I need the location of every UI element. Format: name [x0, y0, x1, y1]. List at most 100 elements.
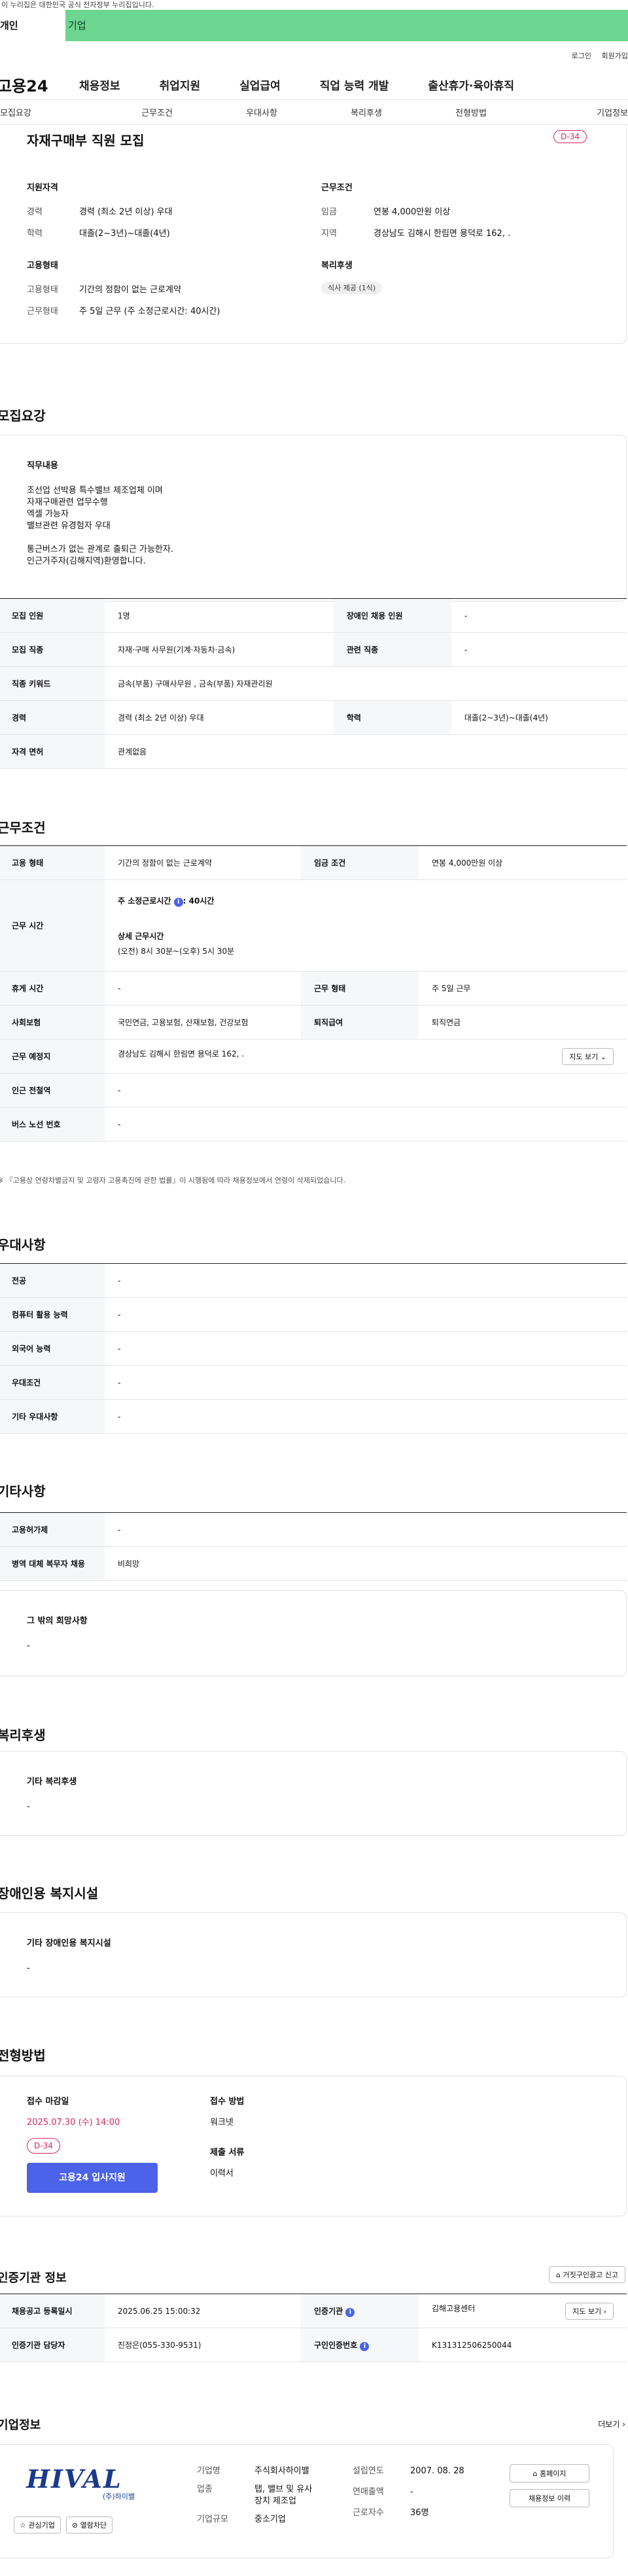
etc-box-value: - [27, 1641, 30, 1651]
gnb-leave[interactable]: 출산휴가·육아휴직 [428, 76, 514, 93]
anchor-process[interactable]: 전형방법 [419, 106, 523, 118]
anchor-recruit[interactable]: 모집요강 [0, 106, 105, 118]
table-header-cell: 고용허가제 [0, 1512, 105, 1547]
company-sales-value: - [410, 2487, 413, 2497]
report-button[interactable]: ⌂ 거짓구인광고 신고 [549, 2266, 625, 2283]
company-biz-key: 업종 [197, 2484, 213, 2494]
report-button-label: 거짓구인광고 신고 [563, 2271, 618, 2279]
duty-heading: 직무내용 [27, 461, 58, 471]
chevron-right-icon: › [622, 2420, 625, 2429]
apply-button[interactable]: 고용24 입사지원 [27, 2163, 158, 2193]
table-cell: 기간의 정함이 없는 근로계약 [105, 845, 301, 880]
company-more-link[interactable]: 더보기 › [598, 2418, 625, 2430]
table-row: 직종 키워드 금속(부품) 구매사무원 , 금속(부품) 자재관리원 [0, 666, 627, 701]
table-row: 모집 직종 자재·구매 사무원(기계·자동차·금속) 관련 직종 - [0, 632, 627, 667]
docs-value: 이력서 [210, 2169, 234, 2178]
gnb-benefits[interactable]: 실업급여 [239, 76, 281, 93]
home-icon: ⌂ [532, 2469, 538, 2478]
condition-block: 근무조건 임금 연봉 4,000만원 이상 지역 경상남도 김해시 한림면 용덕로 … [321, 180, 596, 294]
anchor-company[interactable]: 기업정보 [523, 106, 628, 118]
tab-company[interactable]: 기업 [65, 10, 628, 41]
gnb-support[interactable]: 취업지원 [160, 76, 201, 93]
deadline-value: 2025.07.30 (수) 14:00 [27, 2118, 120, 2127]
map-button[interactable]: 지도 보기 ⌄ [562, 1047, 614, 1065]
table-header-cell: 경력 [0, 700, 105, 735]
form-key: 근무형태 [27, 307, 58, 316]
table-row: 모집 인원 1명 장애인 채용 인원 - [0, 598, 627, 633]
util-links: 로그인 회원가입 [0, 41, 628, 70]
company-logo: HIVAL (주)하이밸 [14, 2464, 135, 2501]
favorite-button[interactable]: ☆ 관심기업 [14, 2517, 61, 2534]
preference-table: 전공 - 컴퓨터 활용 능력 - 외국어 능력 - 우대조건 - 기타 우대사항 - [0, 1263, 627, 1434]
block-icon: ⊘ [71, 2521, 78, 2530]
edu-value: 대졸(2~3년)~대졸(4년) [79, 229, 170, 239]
emp-heading: 고용형태 [27, 261, 58, 271]
gov-notice: 이 누리집은 대한민국 공식 전자정부 누리집입니다. [1, 1, 154, 9]
block-button[interactable]: ⊘ 열람차단 [65, 2517, 113, 2534]
global-nav: 고용24 채용정보 취업지원 실업급여 직업 능력 개발 출산휴가·육아휴직 [0, 70, 628, 100]
table-row: 인근 전철역 - [0, 1073, 627, 1108]
company-size-key: 기업규모 [197, 2515, 228, 2524]
org-value: 김해고용센터 [432, 2303, 476, 2313]
table-cell: - [105, 1263, 627, 1298]
table-row: 경력 경력 (최소 2년 이상) 우대 학력 대졸(2~3년)~대졸(4년) [0, 700, 627, 735]
agency-map-label: 지도 보기 [572, 2307, 602, 2316]
table-header-cell: 버스 노선 번호 [0, 1107, 105, 1142]
dday-badge: D-34 [553, 130, 587, 143]
table-row: 우대조건 - [0, 1365, 627, 1400]
etc-box: 그 밖의 희망사항 - [0, 1590, 627, 1676]
table-cell: 연봉 4,000만원 이상 [419, 845, 627, 880]
duty-box: 직무내용 조선업 선박용 특수밸브 제조업체 이며 자재구매관련 업무수행 엑셀… [0, 435, 627, 602]
anchor-preference[interactable]: 우대사항 [209, 106, 314, 118]
info-icon[interactable]: i [173, 897, 183, 907]
gnb-jobs[interactable]: 채용정보 [79, 76, 120, 93]
table-cell: 비희망 [105, 1546, 627, 1581]
hours-week-value: : 40시간 [183, 896, 215, 906]
tab-person[interactable]: 개인 [0, 10, 65, 41]
table-row: 외국어 능력 - [0, 1331, 627, 1366]
join-link[interactable]: 회원가입 [602, 52, 628, 60]
table-row: 기타 우대사항 - [0, 1399, 627, 1434]
company-emp-key: 근로자수 [353, 2508, 384, 2518]
hours-detail-value: (오전) 8시 30분~(오후) 5시 30분 [118, 946, 235, 956]
table-cell: 대졸(2~3년)~대졸(4년) [451, 700, 627, 735]
company-sales-key: 연매출액 [353, 2487, 384, 2497]
company-name-value: 주식회사하이밸 [254, 2466, 309, 2476]
table-header-cell: 관련 직종 [333, 632, 451, 667]
info-icon[interactable]: i [345, 2307, 355, 2317]
area-key: 지역 [321, 229, 337, 239]
table-cell: - [451, 632, 627, 667]
anchor-welfare[interactable]: 복리후생 [314, 106, 419, 118]
homepage-button[interactable]: ⌂ 홈페이지 [510, 2464, 589, 2483]
duty-line: 통근버스가 없는 관계로 출퇴근 가능한자. [27, 545, 173, 554]
table-cell: 주 5일 근무 [419, 971, 627, 1006]
anchor-conditions[interactable]: 근무조건 [105, 106, 209, 118]
history-button[interactable]: 채용정보 이력 [510, 2489, 589, 2507]
favorite-label: 관심기업 [28, 2521, 55, 2530]
login-link[interactable]: 로그인 [572, 52, 591, 60]
career-value: 경력 (최소 2년 이상) 우대 [79, 207, 173, 217]
company-emp-value: 36명 [410, 2508, 429, 2518]
company-logo-mark: HIVAL [26, 2464, 122, 2494]
site-logo[interactable]: 고용24 [0, 73, 79, 96]
welfare-heading: 복리후생 [321, 261, 353, 271]
table-header-cell: 컴퓨터 활용 능력 [0, 1297, 105, 1332]
table-header-cell: 인증기관 담당자 [0, 2328, 105, 2362]
gnb-training[interactable]: 직업 능력 개발 [320, 76, 389, 93]
table-header-cell: 직종 키워드 [0, 666, 105, 701]
table-header-cell: 자격 면허 [0, 734, 105, 769]
process-dday-badge: D-34 [27, 2138, 60, 2154]
method-value: 워크넷 [210, 2118, 234, 2127]
conditions-table: 고용 형태 기간의 정함이 없는 근로계약 임금 조건 연봉 4,000만원 이… [0, 845, 627, 1142]
wage-key: 임금 [321, 207, 337, 217]
section-title-preference: 우대사항 [0, 1237, 46, 1253]
org-key: 인증기관 [314, 2306, 343, 2316]
table-cell: - [451, 598, 627, 633]
info-icon[interactable]: i [360, 2341, 370, 2351]
table-cell: 퇴직연금 [419, 1005, 627, 1040]
agency-table: 채용공고 등록일시 2025.06.25 15:00:32 인증기관 i 김해고… [0, 2294, 627, 2362]
welfare-badge: 식사 제공 (1식) [321, 282, 383, 294]
job-title: 자재구매부 직원 모집 [27, 133, 145, 148]
table-header-cell: 고용 형태 [0, 845, 105, 880]
agency-map-button[interactable]: 지도 보기 › [565, 2302, 614, 2320]
